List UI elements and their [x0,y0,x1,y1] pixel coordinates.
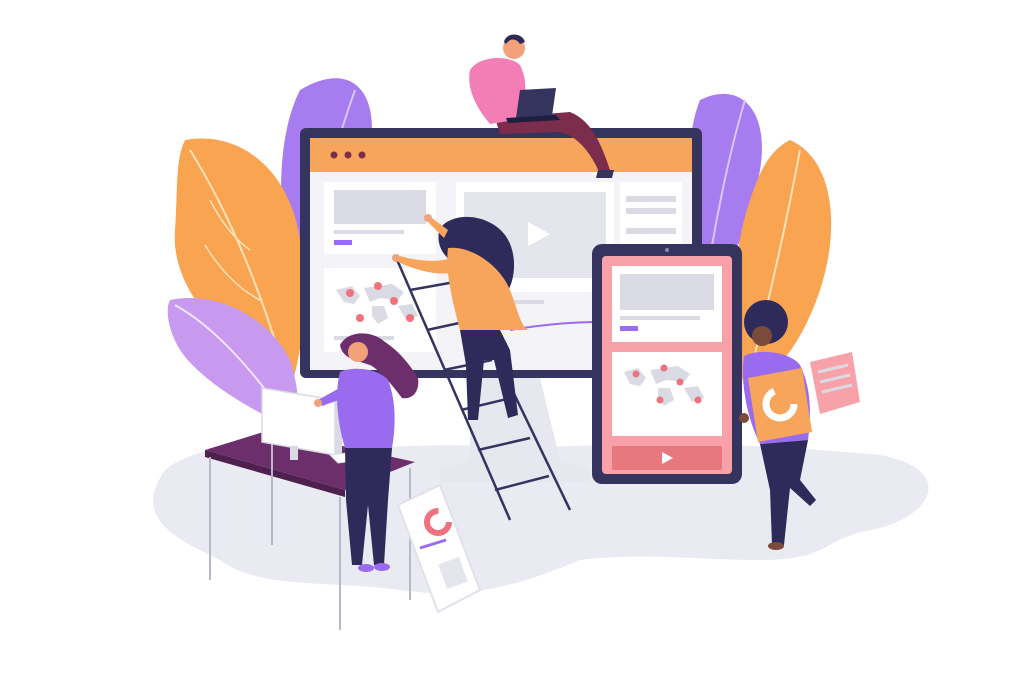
person-desk-torso [337,368,395,448]
browser-bar [310,138,692,172]
donut-card [748,368,812,442]
person-laptop-shoe [596,170,614,178]
tablet-line [620,316,700,320]
person-walking-shoe [768,542,784,550]
browser-dot-2 [344,151,352,159]
browser-dot-3 [358,151,366,159]
person-desk-head [348,342,368,362]
web-design-team-illustration [153,34,929,630]
sidebar-line-2 [626,208,676,214]
person-desk-hand [314,399,322,407]
person-walking-head [752,326,772,346]
person-desk-shoe-2 [374,563,390,571]
placeholder-line [334,230,404,234]
sidebar-line-3 [626,228,676,234]
browser-dot-red [330,151,338,159]
tablet [592,244,742,484]
person-desk-shoe-1 [358,564,374,572]
person-ladder-hand [392,254,400,262]
laptop-icon [516,88,556,118]
accent-tag [334,240,352,245]
tablet-camera [665,248,669,252]
placeholder-image [334,190,426,224]
person-ladder-hand2 [424,214,432,222]
tablet-placeholder [620,274,714,310]
pink-card [810,352,860,414]
desk-monitor-stand [290,446,298,460]
person-walking-hand [739,413,749,423]
sidebar-line-1 [626,196,676,202]
tablet-accent [620,326,638,331]
